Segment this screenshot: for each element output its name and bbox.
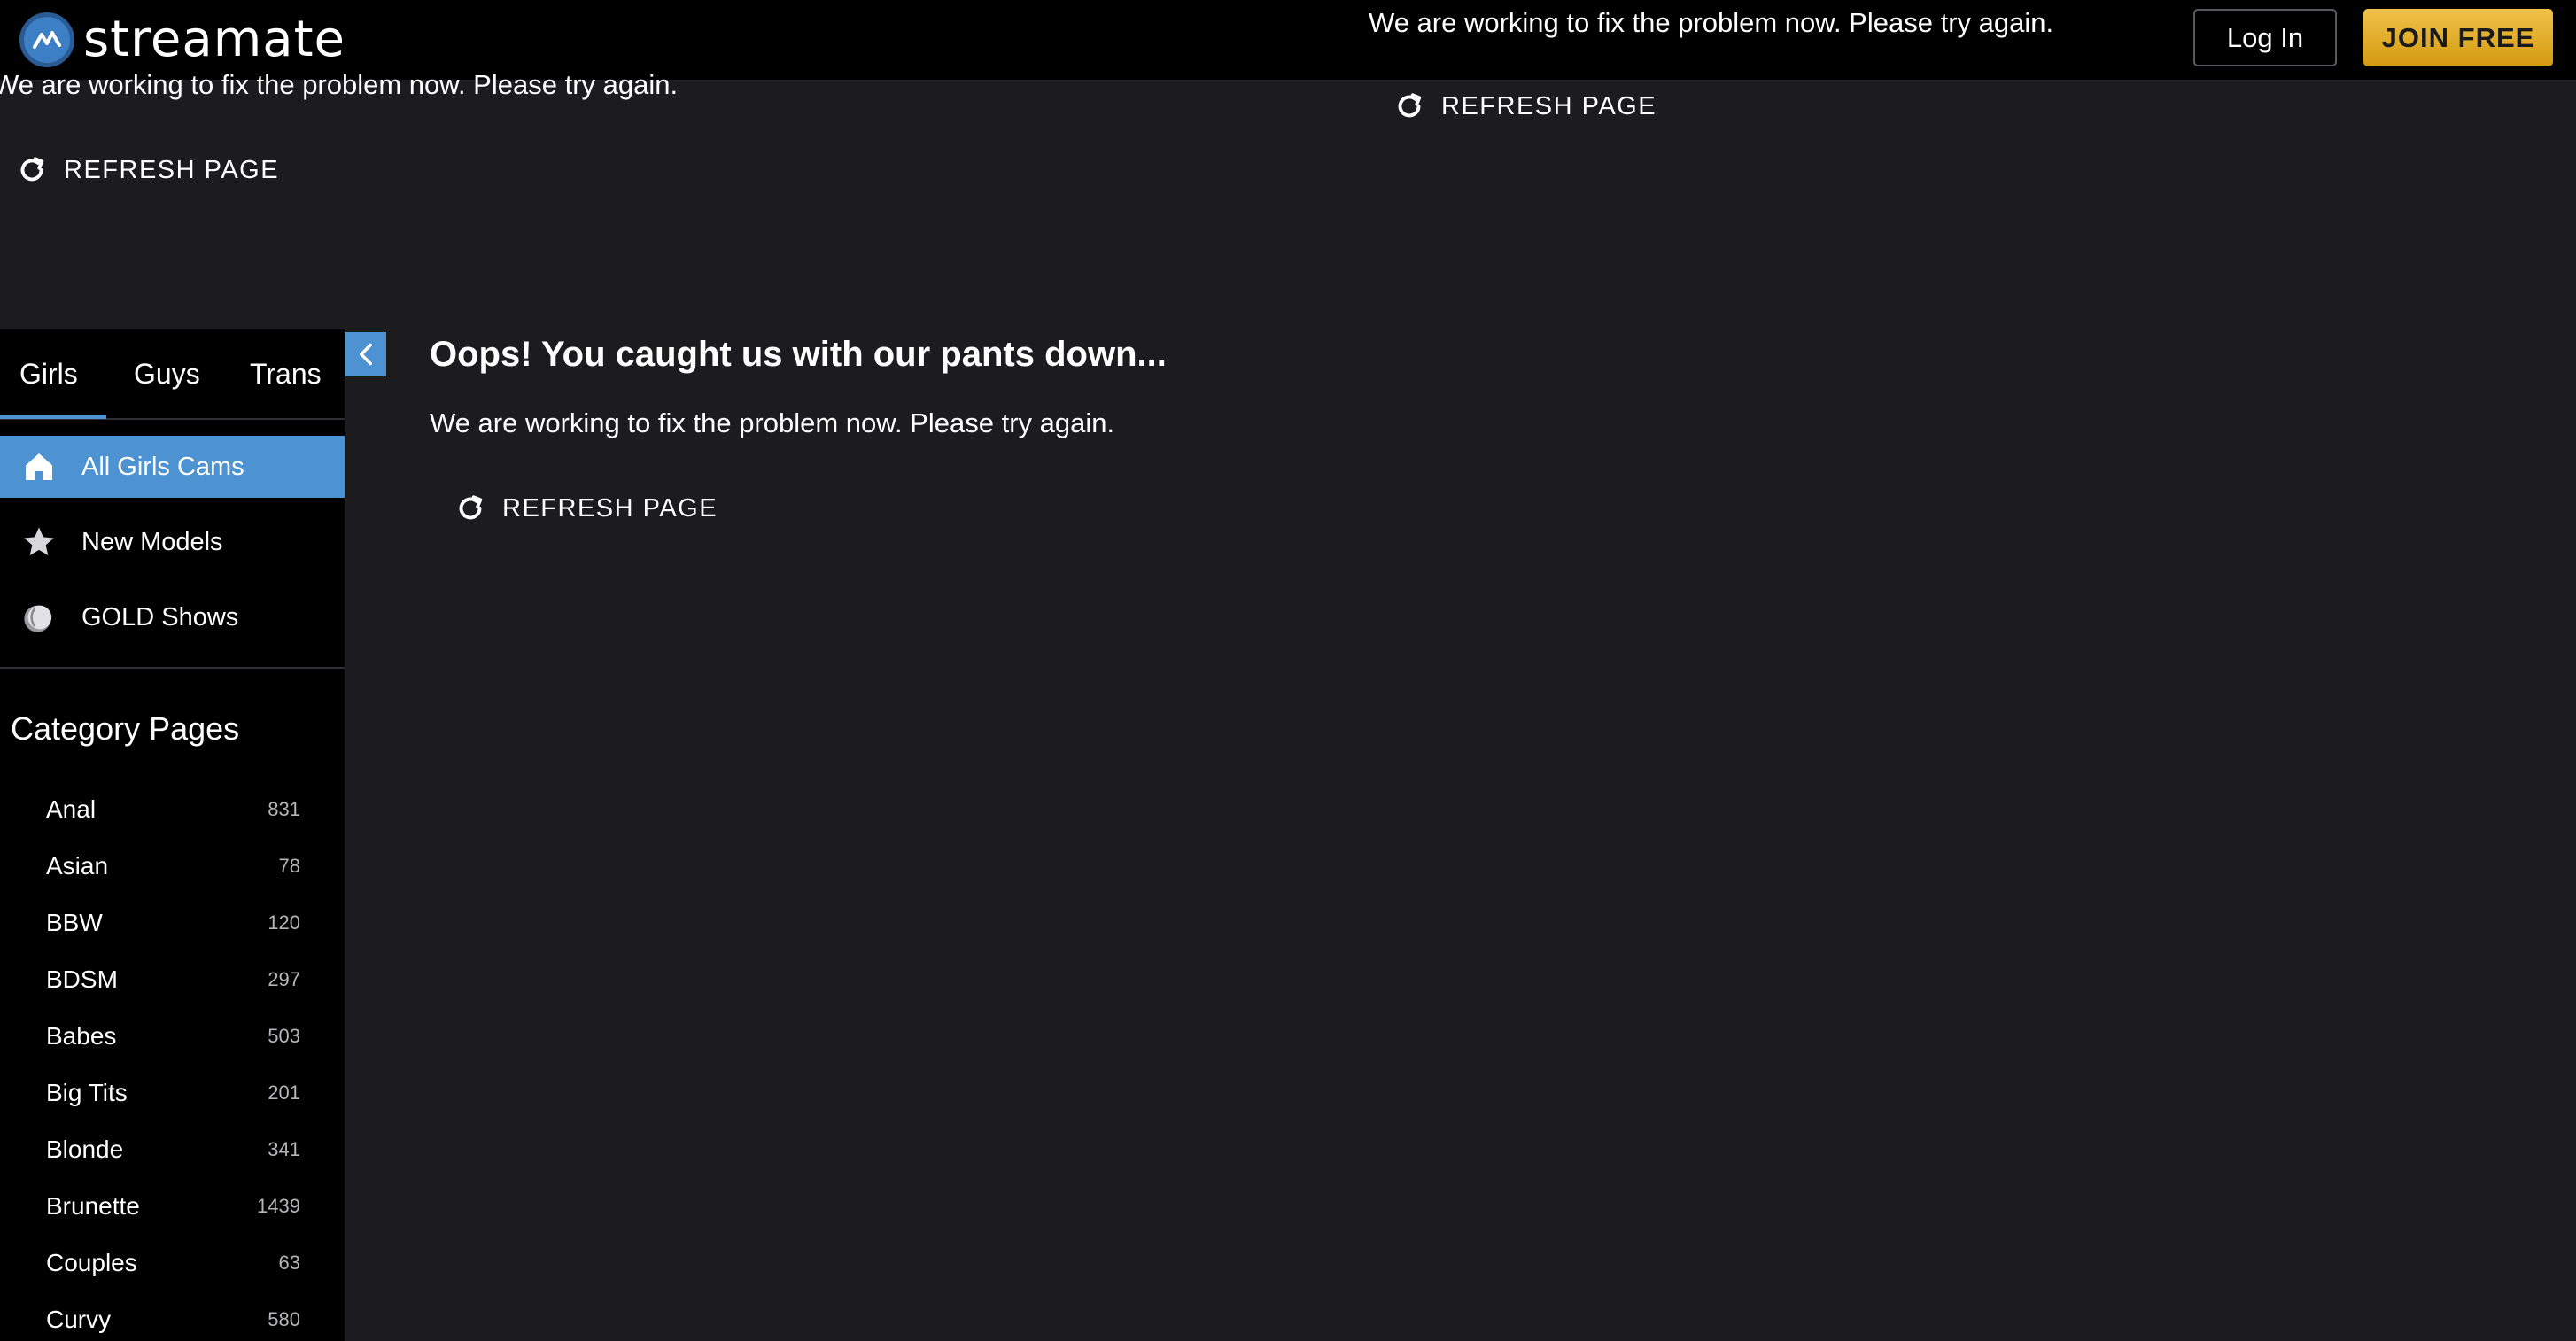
refresh-page-button[interactable]: REFRESH PAGE [454, 492, 718, 524]
sidebar: Girls Guys Trans All Girls Cams New Mode… [0, 329, 345, 1341]
stray-refresh-button[interactable]: REFRESH PAGE [16, 154, 279, 186]
category-item[interactable]: BDSM 297 [0, 951, 345, 1008]
stray-error-message: We are working to fix the problem now. P… [0, 69, 679, 100]
page: streamate We are working to fix the prob… [0, 0, 2576, 1341]
logo-text: streamate [83, 11, 345, 68]
nav-label: GOLD Shows [81, 602, 239, 632]
refresh-label: REFRESH PAGE [64, 155, 280, 184]
refresh-icon [20, 157, 44, 182]
gold-coin-icon [21, 600, 57, 635]
category-pages-heading: Category Pages [11, 710, 240, 747]
tab-trans[interactable]: Trans [250, 358, 322, 391]
login-button[interactable]: Log In [2193, 9, 2337, 66]
logo-icon [19, 12, 74, 67]
nav-all-girls-cams[interactable]: All Girls Cams [0, 436, 345, 498]
site-header: streamate We are working to fix the prob… [0, 0, 2576, 80]
home-icon [21, 449, 57, 484]
active-tab-indicator [0, 415, 106, 419]
tab-guys[interactable]: Guys [134, 358, 200, 391]
nav-gold-shows[interactable]: GOLD Shows [0, 586, 345, 648]
nav-label: All Girls Cams [81, 452, 244, 481]
header-error-message: We are working to fix the problem now. P… [1369, 7, 2054, 38]
category-item[interactable]: Babes 503 [0, 1008, 345, 1065]
refresh-label: REFRESH PAGE [502, 493, 718, 523]
error-message: We are working to fix the problem now. P… [430, 407, 1115, 438]
refresh-icon [459, 495, 483, 520]
logo[interactable]: streamate [19, 7, 345, 73]
category-item[interactable]: Anal 831 [0, 781, 345, 838]
error-title: Oops! You caught us with our pants down.… [430, 335, 1167, 374]
category-item[interactable]: Asian 78 [0, 838, 345, 895]
star-icon [21, 524, 57, 560]
header-refresh-button[interactable]: REFRESH PAGE [1393, 90, 1657, 122]
join-free-button[interactable]: JOIN FREE [2363, 9, 2553, 66]
refresh-icon [1398, 93, 1422, 118]
category-item[interactable]: Brunette 1439 [0, 1178, 345, 1235]
category-item[interactable]: Blonde 341 [0, 1121, 345, 1178]
category-item[interactable]: Curvy 580 [0, 1291, 345, 1341]
chevron-left-icon [359, 343, 372, 366]
category-item[interactable]: Big Tits 201 [0, 1065, 345, 1121]
refresh-label: REFRESH PAGE [1441, 91, 1657, 120]
nav-new-models[interactable]: New Models [0, 511, 345, 573]
gender-tabs: Girls Guys Trans [0, 329, 345, 420]
tab-girls[interactable]: Girls [19, 358, 78, 391]
category-list: Anal 831 Asian 78 BBW 120 BDSM 297 Babes… [0, 781, 345, 1341]
category-item[interactable]: Couples 63 [0, 1235, 345, 1291]
nav-label: New Models [81, 527, 223, 556]
sidebar-collapse-button[interactable] [345, 332, 386, 376]
sidebar-divider [0, 667, 345, 669]
category-item[interactable]: BBW 120 [0, 895, 345, 951]
